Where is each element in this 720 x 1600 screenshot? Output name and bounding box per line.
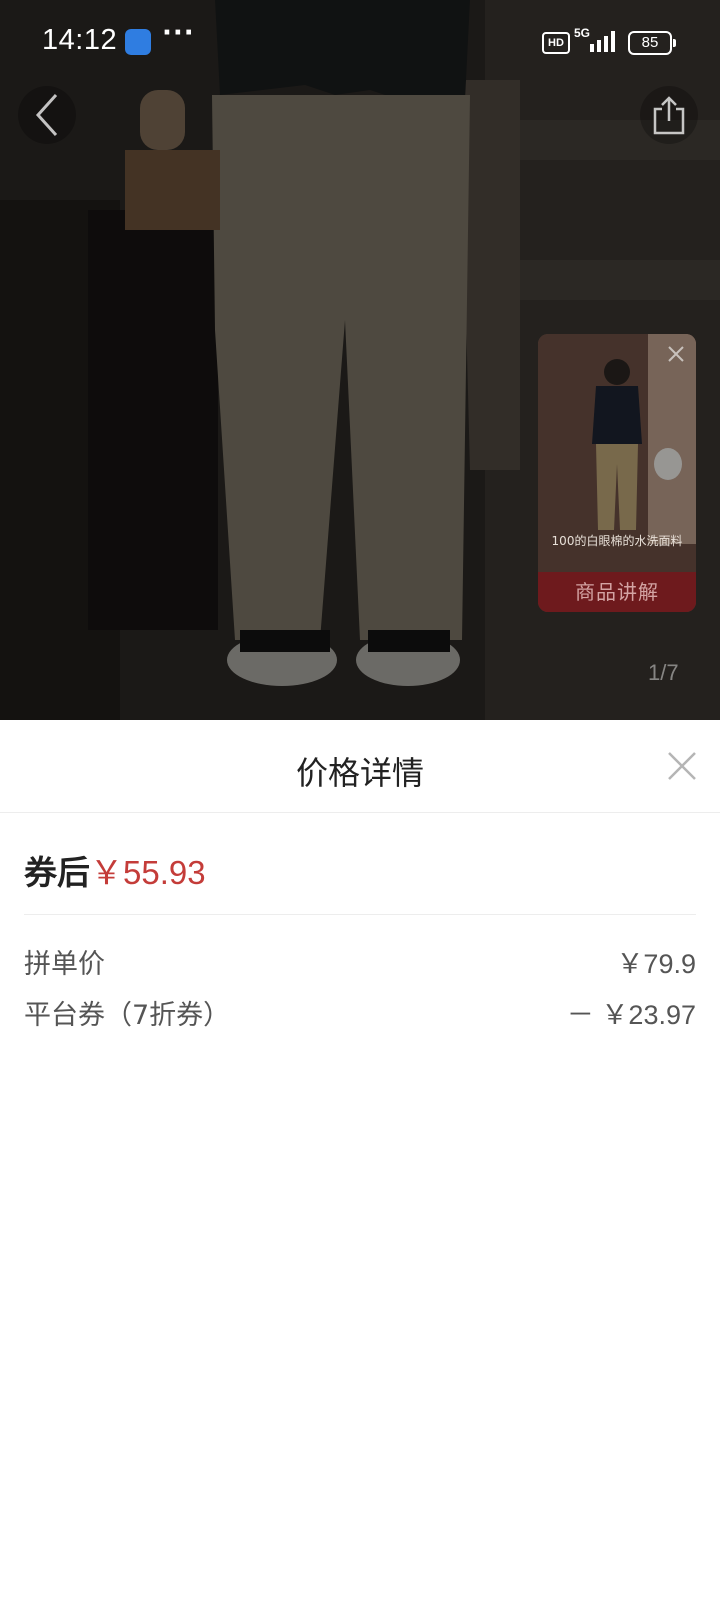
line-item-value: ￥79.9 xyxy=(616,949,696,979)
status-bar: 14:12 ··· HD 5G 85 xyxy=(0,0,720,86)
hd-indicator: HD xyxy=(542,32,570,54)
share-button[interactable] xyxy=(640,86,698,144)
network-type: 5G xyxy=(574,26,591,40)
price-line-item: 平台券（7折券） － ￥23.97 xyxy=(24,993,696,1033)
battery-icon: 85 xyxy=(628,31,676,55)
back-button[interactable] xyxy=(18,86,76,144)
more-notifications-icon: ··· xyxy=(162,18,195,48)
share-icon xyxy=(653,96,685,135)
video-close-icon[interactable] xyxy=(666,344,686,364)
final-price-row: 券后￥55.93 xyxy=(24,846,206,894)
line-item-label: 平台券（7折券） xyxy=(24,1000,231,1031)
final-price-value: ￥55.93 xyxy=(90,854,206,891)
sheet-header: 价格详情 xyxy=(0,720,720,813)
video-explanation-card[interactable]: 100的白眼棉的水洗面料 商品讲解 xyxy=(538,334,696,612)
line-item-value: － ￥23.97 xyxy=(566,1000,696,1030)
video-card-dim xyxy=(538,334,696,612)
video-label[interactable]: 商品讲解 xyxy=(538,572,696,612)
app-notification-icon xyxy=(125,29,151,55)
back-arrow-icon xyxy=(35,93,58,137)
product-image[interactable]: 14:12 ··· HD 5G 85 100的白眼棉的水洗面料 商品讲解 1/7 xyxy=(0,0,720,720)
image-page-indicator: 1/7 xyxy=(648,660,679,685)
signal-icon xyxy=(590,31,615,52)
status-time: 14:12 xyxy=(42,24,118,56)
price-details-sheet: 价格详情 券后￥55.93 拼单价 ￥79.9 平台券（7折券） － ￥23.9… xyxy=(0,720,720,1600)
close-icon[interactable] xyxy=(666,750,698,782)
divider xyxy=(24,914,696,915)
video-caption: 100的白眼棉的水洗面料 xyxy=(551,534,683,548)
final-price-label: 券后 xyxy=(24,853,90,892)
line-item-label: 拼单价 xyxy=(24,949,105,980)
price-line-item: 拼单价 ￥79.9 xyxy=(24,942,696,982)
sheet-title: 价格详情 xyxy=(295,754,424,792)
